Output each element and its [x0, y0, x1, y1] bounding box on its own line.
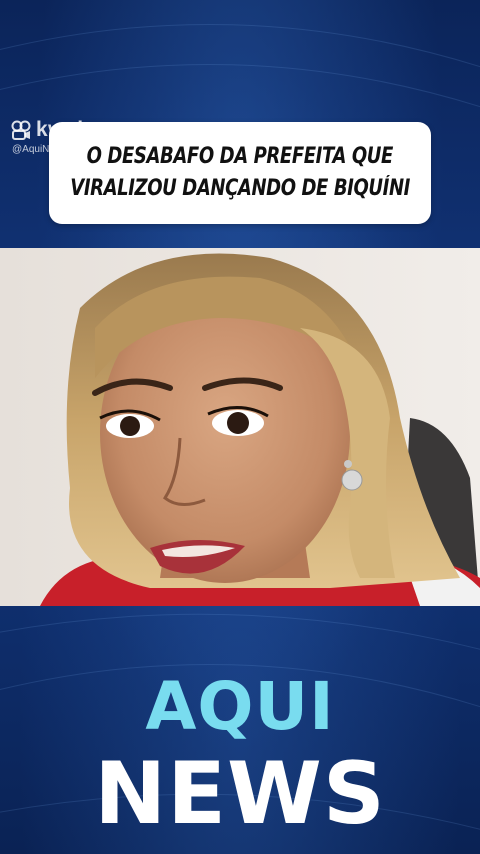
video-still: [0, 248, 480, 606]
kwai-logo-icon: [11, 120, 31, 140]
headline-line-1: O DESABAFO DA PREFEITA QUE: [86, 144, 394, 169]
headline-card: O DESABAFO DA PREFEITA QUE VIRALIZOU DAN…: [49, 122, 431, 224]
brand-word-news: NEWS: [0, 748, 480, 840]
brand-aqui-text: AQUI: [145, 668, 335, 745]
brand-news-text: NEWS: [94, 744, 386, 844]
headline-line-2: VIRALIZOU DANÇANDO DE BIQUÍNI: [70, 176, 410, 201]
video-frame[interactable]: [0, 248, 480, 606]
brand-word-aqui: AQUI: [0, 672, 480, 742]
